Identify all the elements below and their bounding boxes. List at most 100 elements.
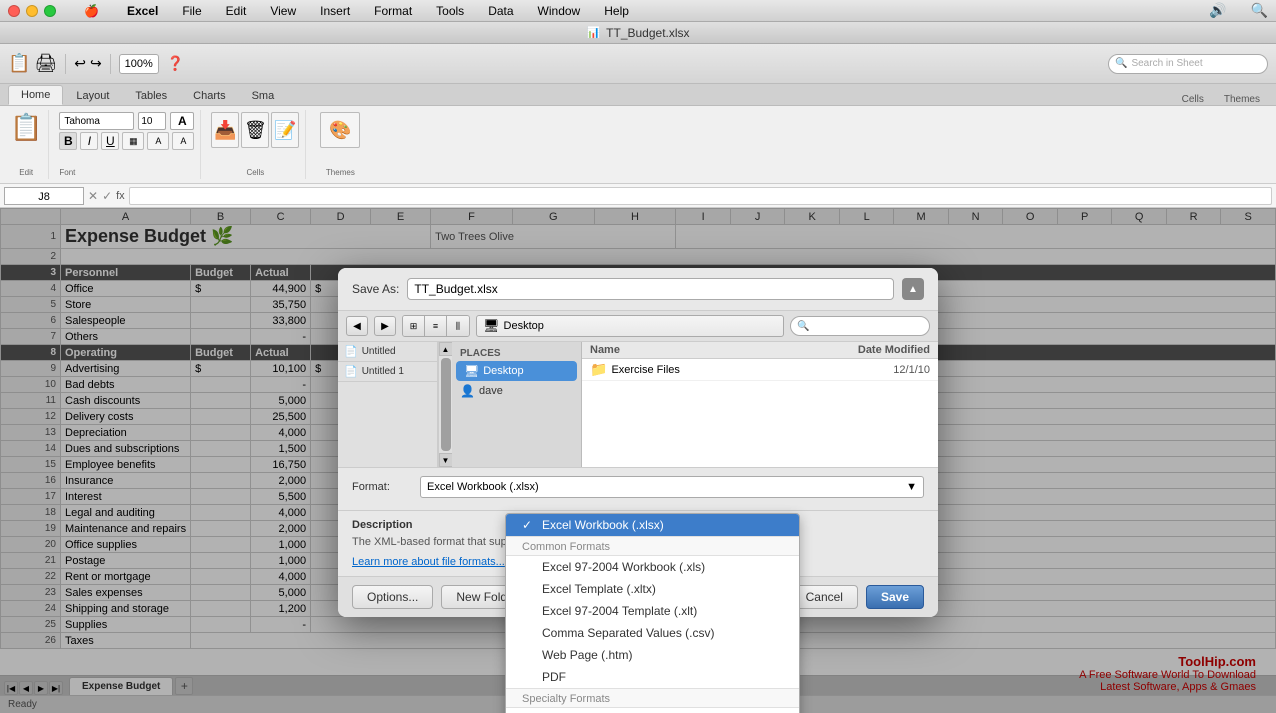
icon-view-btn[interactable]: ⊞ [403,316,425,336]
format-option-csv[interactable]: Comma Separated Values (.csv) [506,622,799,644]
underline-btn[interactable]: U [101,132,119,150]
font-size-large[interactable]: A [170,112,194,130]
menu-window[interactable]: Window [534,4,585,18]
menu-help[interactable]: Help [600,4,633,18]
tab-charts[interactable]: Charts [180,85,238,105]
sidebar-item-desktop[interactable]: 🖥 Desktop [456,361,577,381]
toolbar-icon-1[interactable]: 📋 [8,53,30,74]
forward-btn[interactable]: ▶ [374,316,396,336]
location-box: 🖥 Desktop [476,315,784,337]
filename-input[interactable] [407,278,894,300]
fill-color-btn[interactable]: A [147,132,169,150]
name-col-header[interactable]: Name [590,344,850,356]
column-view-btn[interactable]: ⫼ [447,316,469,336]
tab-tables[interactable]: Tables [122,85,180,105]
recent-item-1[interactable]: 📄 Untitled [338,342,437,362]
sidebar-item-dave[interactable]: 👤 dave [452,381,581,401]
format-option-htm[interactable]: Web Page (.htm) [506,644,799,666]
insert-group: 📥 🗑 📝 Cells [205,110,306,179]
zoom-control[interactable]: 100% [119,54,159,74]
clipboard-label: Edit [19,168,33,177]
format-row: Format: Excel Workbook (.xlsx) ▼ [352,476,924,498]
format-xlt-label: Excel 97-2004 Template (.xlt) [542,604,697,618]
format-xltx-label: Excel Template (.xltx) [542,582,656,596]
apple-menu[interactable]: 🍎 [80,4,103,18]
format-dropdown[interactable]: Excel Workbook (.xlsx) ▼ [420,476,924,498]
format-option-xlt[interactable]: Excel 97-2004 Template (.xlt) [506,600,799,622]
format-option-xltx[interactable]: Excel Template (.xltx) [506,578,799,600]
search-sheet-box[interactable]: 🔍 Search in Sheet [1108,54,1268,74]
format-option-xls[interactable]: Excel 97-2004 Workbook (.xls) [506,556,799,578]
search-menu-icon[interactable]: 🔍 [1251,2,1268,19]
themes-btn[interactable]: 🎨 [320,112,360,148]
scroll-down[interactable]: ▼ [439,453,453,467]
ribbon-right-controls: Cells Themes [1174,94,1268,105]
font-name-input[interactable]: Tahoma [59,112,134,130]
paste-btn[interactable]: 📋 [10,112,42,143]
format-section: Format: Excel Workbook (.xlsx) ▼ [338,467,938,510]
maximize-btn[interactable] [44,5,56,17]
menu-tools[interactable]: Tools [432,4,468,18]
formula-cancel[interactable]: ✕ [88,189,98,203]
back-btn[interactable]: ◀ [346,316,368,336]
format-option-xlsb[interactable]: Excel Binary Workbook (.xlsb) [506,708,799,713]
close-btn[interactable] [8,5,20,17]
help-icon[interactable]: ❓ [167,55,184,72]
menu-data[interactable]: Data [484,4,517,18]
insert-btn[interactable]: 📥 [211,112,239,148]
save-btn[interactable]: Save [866,585,924,609]
sidebar-desktop-label: Desktop [483,365,523,377]
menu-excel[interactable]: Excel [123,4,162,18]
recent-item-2[interactable]: 📄 Untitled 1 [338,362,437,382]
save-as-label: Save As: [352,282,399,296]
font-color-btn[interactable]: A [172,132,194,150]
list-view-btn[interactable]: ≡ [425,316,447,336]
file-item-exercise[interactable]: 📁 Exercise Files 12/1/10 [582,359,938,381]
search-icon-small: 🔍 [797,321,809,332]
delete-btn[interactable]: 🗑 [241,112,269,148]
learn-more-link[interactable]: Learn more about file formats... [352,556,505,568]
format-cells-btn[interactable]: 📝 [271,112,299,148]
formula-input[interactable] [129,187,1272,205]
format-option-pdf[interactable]: PDF [506,666,799,688]
redo-btn[interactable]: ↪ [90,55,102,72]
menu-edit[interactable]: Edit [222,4,251,18]
tab-sma[interactable]: Sma [239,85,288,105]
scroll-thumb[interactable] [441,358,451,451]
file-browser-area: 📄 Untitled 📄 Untitled 1 ▲ ▼ [338,342,938,467]
menu-view[interactable]: View [266,4,300,18]
options-btn[interactable]: Options... [352,585,433,609]
menu-file[interactable]: File [178,4,205,18]
doc-icon-2: 📄 [344,365,358,378]
formula-confirm[interactable]: ✓ [102,189,112,203]
italic-btn[interactable]: I [80,132,98,150]
scroll-up[interactable]: ▲ [439,342,453,356]
file-list-content: 📁 Exercise Files 12/1/10 [582,359,938,467]
undo-btn[interactable]: ↩ [74,55,86,72]
places-panel: PLACES 🖥 Desktop 👤 dave [452,342,582,467]
toolbar-icon-2[interactable]: 🖨 [34,53,57,74]
places-label: PLACES [452,346,581,361]
tab-layout[interactable]: Layout [63,85,122,105]
dialog-overlay: Save As: ▲ ◀ ▶ ⊞ ≡ ⫼ 🖥 Desktop [0,208,1276,713]
mac-window-controls [8,5,56,17]
file-list-area: Name Date Modified 📁 Exercise Files [582,342,938,467]
search-box[interactable]: 🔍 [790,316,930,336]
menu-format[interactable]: Format [370,4,416,18]
formula-fx[interactable]: fx [116,190,125,202]
format-csv-label: Comma Separated Values (.csv) [542,626,715,640]
menu-insert[interactable]: Insert [316,4,354,18]
border-btn[interactable]: ▦ [122,132,144,150]
format-option-xlsx[interactable]: ✓ Excel Workbook (.xlsx) [506,514,799,536]
minimize-btn[interactable] [26,5,38,17]
cell-ref[interactable]: J8 [4,187,84,205]
bold-btn[interactable]: B [59,132,77,150]
date-col-header[interactable]: Date Modified [850,344,930,356]
file-list-wrapper: PLACES 🖥 Desktop 👤 dave [452,342,938,467]
cancel-btn[interactable]: Cancel [791,585,858,609]
expand-dialog-btn[interactable]: ▲ [902,278,924,300]
speaker-icon[interactable]: 🔊 [1209,2,1226,19]
tab-home[interactable]: Home [8,85,63,105]
format-xlsx-label: Excel Workbook (.xlsx) [542,518,664,532]
font-size-input[interactable]: 10 [138,112,166,130]
